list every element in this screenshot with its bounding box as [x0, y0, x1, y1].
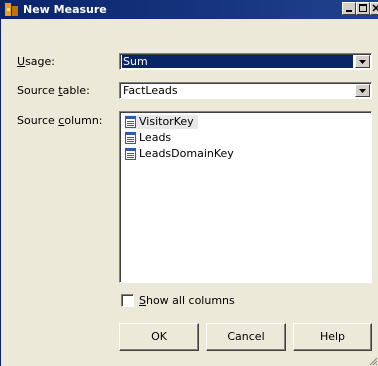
- maximize-button[interactable]: [356, 2, 370, 15]
- usage-dropdown-button[interactable]: [355, 55, 370, 68]
- maximize-icon: [359, 4, 367, 12]
- help-button[interactable]: Help: [293, 323, 372, 351]
- measure-icon: [5, 3, 18, 16]
- minimize-icon: [346, 10, 352, 12]
- usage-combo[interactable]: Sum: [119, 53, 372, 70]
- usage-value: Sum: [122, 55, 353, 68]
- source-table-dropdown-button[interactable]: [355, 84, 370, 97]
- source-column-list[interactable]: VisitorKey Leads LeadsDomainKey: [119, 111, 372, 283]
- chevron-down-icon: [359, 89, 366, 93]
- chevron-down-icon: [359, 60, 366, 64]
- list-item-visitorkey[interactable]: VisitorKey: [125, 115, 198, 129]
- source-table-value: FactLeads: [123, 84, 178, 97]
- new-measure-dialog: New Measure Usage: Sum Source table: Fac…: [0, 0, 378, 366]
- column-icon: [125, 148, 136, 160]
- dialog-title: New Measure: [23, 3, 107, 16]
- usage-label: Usage:: [17, 55, 55, 68]
- title-bar[interactable]: New Measure: [1, 0, 378, 19]
- ok-button[interactable]: OK: [119, 323, 199, 351]
- show-all-columns-checkbox[interactable]: [121, 294, 134, 307]
- close-button[interactable]: [370, 2, 378, 15]
- minimize-button[interactable]: [342, 2, 356, 15]
- list-item-label: Leads: [139, 131, 172, 144]
- column-icon: [125, 116, 136, 128]
- column-icon: [125, 132, 136, 144]
- resize-grip-icon[interactable]: [368, 356, 378, 366]
- close-icon: [372, 4, 378, 12]
- source-table-label: Source table:: [17, 84, 90, 97]
- list-item-label: LeadsDomainKey: [139, 147, 234, 160]
- list-item-label: VisitorKey: [139, 115, 194, 128]
- source-column-label: Source column:: [17, 114, 103, 127]
- show-all-columns-label[interactable]: Show all columns: [139, 294, 235, 307]
- source-table-combo[interactable]: FactLeads: [119, 82, 372, 99]
- cancel-button[interactable]: Cancel: [206, 323, 286, 351]
